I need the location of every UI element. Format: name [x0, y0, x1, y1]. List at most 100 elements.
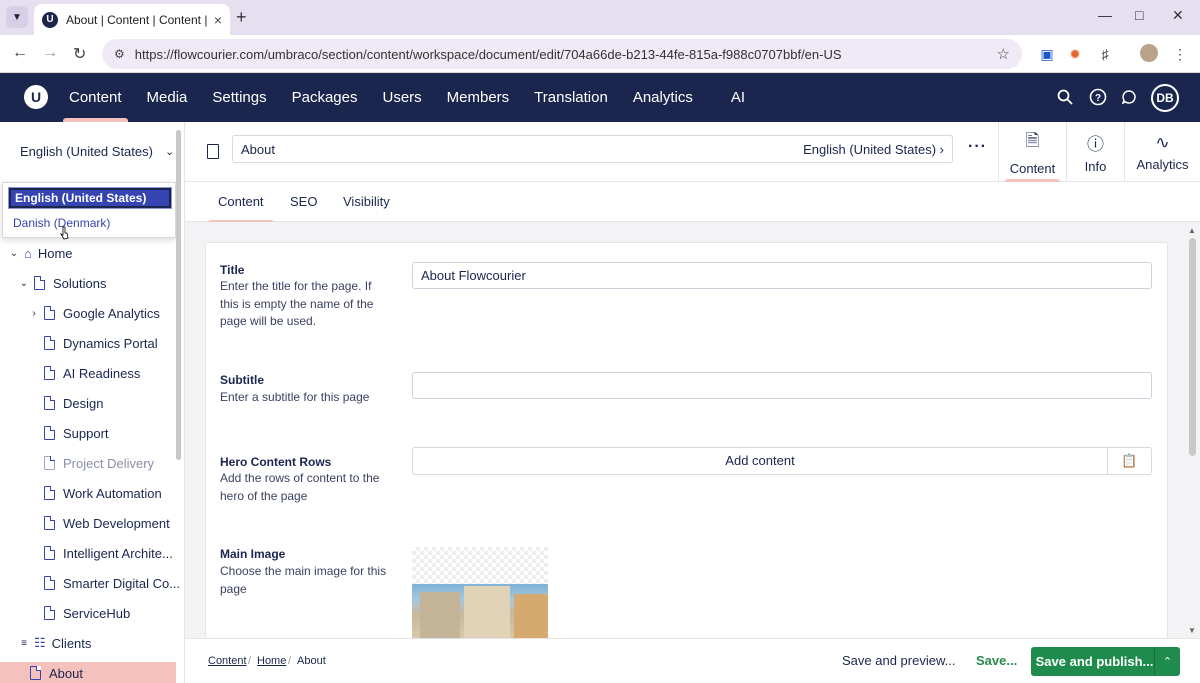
browser-menu-icon[interactable]: ⋮ — [1170, 44, 1190, 64]
umbraco-logo-icon[interactable]: U — [24, 85, 48, 109]
breadcrumb-separator: / — [248, 655, 252, 667]
new-tab-icon[interactable]: + — [236, 7, 247, 28]
browser-tab[interactable]: U About | Content | Content | Umbraco × — [34, 4, 230, 35]
tree-item-google-analytics[interactable]: › Google Analytics — [28, 302, 160, 324]
view-info[interactable]: ⓘ Info — [1066, 122, 1124, 182]
document-icon — [44, 576, 55, 590]
browser-tab-bar: ▼ U About | Content | Content | Umbraco … — [0, 0, 1200, 35]
drag-handle-icon[interactable]: ≡ — [18, 638, 30, 649]
breadcrumb-home[interactable]: Home — [257, 655, 286, 667]
maximize-icon[interactable]: □ — [1135, 7, 1143, 23]
breadcrumb-current: About — [297, 655, 326, 667]
clipboard-icon[interactable]: 📋 — [1107, 448, 1151, 474]
more-actions-icon[interactable]: ··· — [968, 138, 987, 156]
tree-item-project-delivery[interactable]: Project Delivery — [44, 452, 154, 474]
tree-item-design[interactable]: Design — [44, 392, 103, 414]
chat-icon[interactable] — [1119, 87, 1139, 107]
tab-close-icon[interactable]: × — [214, 12, 222, 28]
search-icon[interactable] — [1055, 87, 1075, 107]
document-icon — [44, 366, 55, 380]
language-option-english[interactable]: English (United States) — [8, 187, 172, 209]
claude-extension-icon[interactable]: ✹ — [1065, 44, 1085, 64]
chevron-up-icon[interactable]: ⌃ — [1154, 647, 1180, 676]
help-icon[interactable]: ? — [1088, 87, 1108, 107]
tree-item-intelligent-architecture[interactable]: Intelligent Archite... — [44, 542, 173, 564]
tree-item-work-automation[interactable]: Work Automation — [44, 482, 162, 504]
tab-seo[interactable]: SEO — [290, 194, 317, 209]
document-icon — [30, 666, 41, 680]
minimize-icon[interactable]: — — [1098, 7, 1112, 23]
tree-item-ai-readiness[interactable]: AI Readiness — [44, 362, 140, 384]
add-content-button[interactable]: Add content — [413, 448, 1107, 474]
document-name: About — [241, 141, 275, 157]
variant-selector[interactable]: English (United States) › — [803, 142, 944, 157]
subtitle-description: Enter a subtitle for this page — [220, 390, 370, 404]
extensions-puzzle-icon[interactable]: ♯ — [1095, 44, 1115, 64]
document-icon: 🗎 — [1025, 131, 1040, 150]
view-content[interactable]: 🗎 Content — [998, 122, 1066, 182]
forward-icon[interactable]: → — [42, 44, 58, 62]
document-icon — [44, 456, 55, 470]
tree-item-clients[interactable]: ≡ ☷ Clients — [18, 632, 91, 654]
nav-content[interactable]: Content — [63, 73, 128, 122]
tab-search-button[interactable]: ▼ — [6, 6, 28, 28]
sidebar-scrollbar[interactable] — [176, 130, 181, 460]
main-scrollbar[interactable] — [1189, 238, 1196, 456]
breadcrumb-separator: / — [288, 655, 292, 667]
language-select[interactable]: English (United States) ⌄ — [20, 144, 174, 159]
reload-icon[interactable]: ↻ — [73, 44, 86, 64]
hero-content-description: Add the rows of content to the hero of t… — [220, 471, 380, 503]
document-icon — [34, 276, 45, 290]
subtitle-input[interactable] — [412, 372, 1152, 399]
bookmark-star-icon[interactable]: ☆ — [997, 45, 1010, 63]
nav-users[interactable]: Users — [382, 73, 421, 122]
tab-content[interactable]: Content — [208, 194, 273, 223]
site-info-icon[interactable]: ⚙ — [114, 47, 125, 61]
save-and-publish-button[interactable]: Save and publish... ⌃ — [1031, 647, 1180, 676]
chevron-down-icon[interactable]: ⌄ — [18, 278, 30, 289]
main-image-label: Main Image — [220, 547, 286, 561]
tree-item-support[interactable]: Support — [44, 422, 109, 444]
nav-ai[interactable]: AI — [731, 73, 745, 122]
publish-label: Save and publish... — [1035, 654, 1154, 669]
chevron-down-icon: ⌄ — [164, 146, 175, 158]
scroll-down-icon[interactable]: ▼ — [1188, 626, 1196, 635]
breadcrumb-content[interactable]: Content — [208, 655, 247, 667]
back-icon[interactable]: ← — [12, 44, 28, 62]
tree-item-web-development[interactable]: Web Development — [44, 512, 170, 534]
tree-item-home[interactable]: ⌄ ⌂ Home — [8, 242, 73, 264]
nav-translation[interactable]: Translation — [534, 73, 608, 122]
save-and-preview-button[interactable]: Save and preview... — [842, 653, 955, 668]
tree-item-dynamics-portal[interactable]: Dynamics Portal — [44, 332, 158, 354]
tree-item-smarter-digital[interactable]: Smarter Digital Co... — [44, 572, 180, 594]
nav-analytics[interactable]: Analytics — [633, 73, 693, 122]
title-input[interactable]: About Flowcourier — [412, 262, 1152, 289]
tab-visibility[interactable]: Visibility — [343, 194, 390, 209]
close-window-icon[interactable]: ✕ — [1172, 7, 1184, 24]
save-button[interactable]: Save... — [976, 653, 1017, 668]
tree-item-servicehub[interactable]: ServiceHub — [44, 602, 130, 624]
url-input[interactable]: ⚙ https://flowcourier.com/umbraco/sectio… — [102, 39, 1022, 69]
chevron-down-icon[interactable]: ⌄ — [8, 248, 20, 259]
document-icon — [44, 396, 55, 410]
tree-item-label: Clients — [51, 635, 92, 651]
nav-packages[interactable]: Packages — [292, 73, 358, 122]
list-icon: ☷ — [34, 635, 46, 650]
nav-media[interactable]: Media — [147, 73, 188, 122]
chevron-right-icon[interactable]: › — [28, 308, 40, 319]
profile-avatar-icon[interactable] — [1140, 44, 1158, 62]
tree-item-label: Web Development — [63, 515, 170, 531]
building-photo — [412, 584, 548, 638]
nav-settings[interactable]: Settings — [212, 73, 266, 122]
scroll-up-icon[interactable]: ▲ — [1188, 226, 1196, 235]
main-image-thumbnail[interactable] — [412, 547, 548, 638]
document-icon — [44, 486, 55, 500]
tree-item-about[interactable]: About — [0, 662, 176, 683]
chart-icon: ∿ — [1155, 132, 1170, 152]
tree-item-solutions[interactable]: ⌄ Solutions — [18, 272, 107, 294]
nav-members[interactable]: Members — [447, 73, 510, 122]
view-analytics[interactable]: ∿ Analytics — [1124, 122, 1200, 182]
document-name-input[interactable]: About English (United States) › — [232, 135, 953, 163]
user-avatar[interactable]: DB — [1151, 84, 1179, 112]
extension-badge-icon[interactable]: ▣ — [1037, 44, 1057, 64]
